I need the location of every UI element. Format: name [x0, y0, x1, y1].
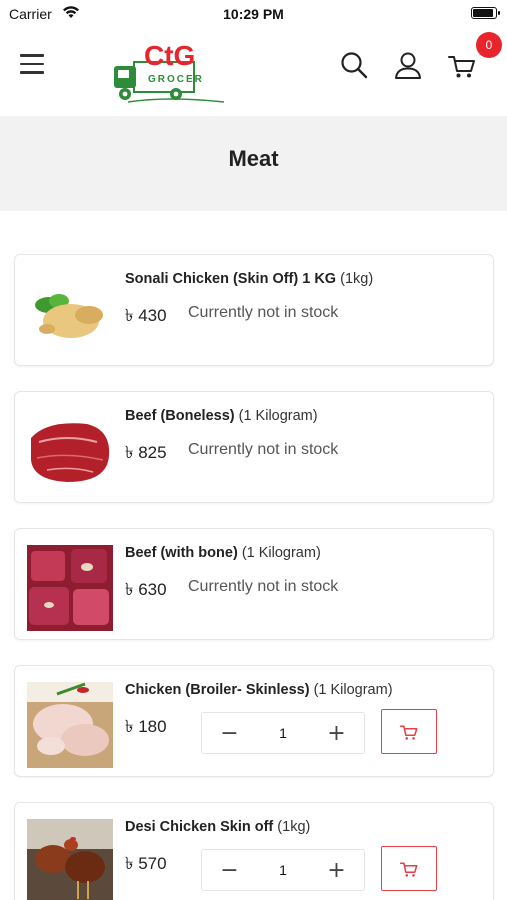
- product-name: Desi Chicken Skin off (1kg): [125, 819, 311, 835]
- search-icon[interactable]: [339, 50, 369, 80]
- add-to-cart-button[interactable]: [381, 846, 437, 891]
- product-image-beef-bone[interactable]: [27, 545, 113, 631]
- product-image-chicken-broiler[interactable]: [27, 682, 113, 768]
- product-name: Chicken (Broiler- Skinless) (1 Kilogram): [125, 682, 393, 698]
- product-name: Beef (Boneless) (1 Kilogram): [125, 408, 318, 424]
- product-price: ৳ 570: [125, 854, 167, 873]
- status-bar: Carrier 10:29 PM: [0, 0, 507, 28]
- product-card[interactable]: Chicken (Broiler- Skinless) (1 Kilogram)…: [14, 665, 494, 777]
- product-card[interactable]: Sonali Chicken (Skin Off) 1 KG (1kg) ৳ 4…: [14, 254, 494, 366]
- add-to-cart-button[interactable]: [381, 709, 437, 754]
- increase-quantity-button[interactable]: +: [309, 713, 364, 753]
- product-card[interactable]: Desi Chicken Skin off (1kg) ৳ 570 − 1 +: [14, 802, 494, 900]
- product-card[interactable]: Beef (Boneless) (1 Kilogram) ৳ 825 Curre…: [14, 391, 494, 503]
- quantity-stepper: − 1 +: [201, 849, 365, 891]
- menu-icon[interactable]: [20, 54, 44, 76]
- product-image-chicken-whole[interactable]: [27, 271, 113, 357]
- user-icon[interactable]: [393, 50, 423, 80]
- cart-count-badge: 0: [476, 32, 502, 58]
- product-price: ৳ 825: [125, 443, 167, 462]
- clock: 10:29 PM: [223, 6, 284, 22]
- cart-add-icon: [399, 861, 418, 877]
- page-title: Meat: [228, 146, 279, 171]
- product-card[interactable]: Beef (with bone) (1 Kilogram) ৳ 630 Curr…: [14, 528, 494, 640]
- product-price: ৳ 430: [125, 306, 167, 325]
- product-name: Sonali Chicken (Skin Off) 1 KG (1kg): [125, 271, 374, 287]
- quantity-value: 1: [279, 862, 287, 878]
- product-list: Sonali Chicken (Skin Off) 1 KG (1kg) ৳ 4…: [14, 254, 494, 900]
- category-header: Meat: [0, 116, 507, 211]
- increase-quantity-button[interactable]: +: [309, 850, 364, 890]
- stock-status: Currently not in stock: [188, 304, 339, 321]
- app-header: CtG GROCER 0: [0, 28, 507, 116]
- cart-add-icon: [399, 724, 418, 740]
- cart-icon[interactable]: [447, 50, 477, 80]
- quantity-stepper: − 1 +: [201, 712, 365, 754]
- product-image-desi-chicken[interactable]: [27, 819, 113, 900]
- svg-text:GROCER: GROCER: [148, 74, 204, 85]
- battery-icon: [471, 7, 500, 19]
- product-price: ৳ 180: [125, 717, 167, 736]
- decrease-quantity-button[interactable]: −: [202, 713, 257, 753]
- product-price: ৳ 630: [125, 580, 167, 599]
- svg-text:CtG: CtG: [144, 40, 195, 71]
- quantity-value: 1: [279, 725, 287, 741]
- product-name: Beef (with bone) (1 Kilogram): [125, 545, 321, 561]
- logo[interactable]: CtG GROCER: [108, 32, 228, 108]
- product-image-beef-boneless[interactable]: [27, 408, 113, 494]
- stock-status: Currently not in stock: [188, 578, 339, 595]
- decrease-quantity-button[interactable]: −: [202, 850, 257, 890]
- battery-fill: [473, 9, 493, 17]
- stock-status: Currently not in stock: [188, 441, 339, 458]
